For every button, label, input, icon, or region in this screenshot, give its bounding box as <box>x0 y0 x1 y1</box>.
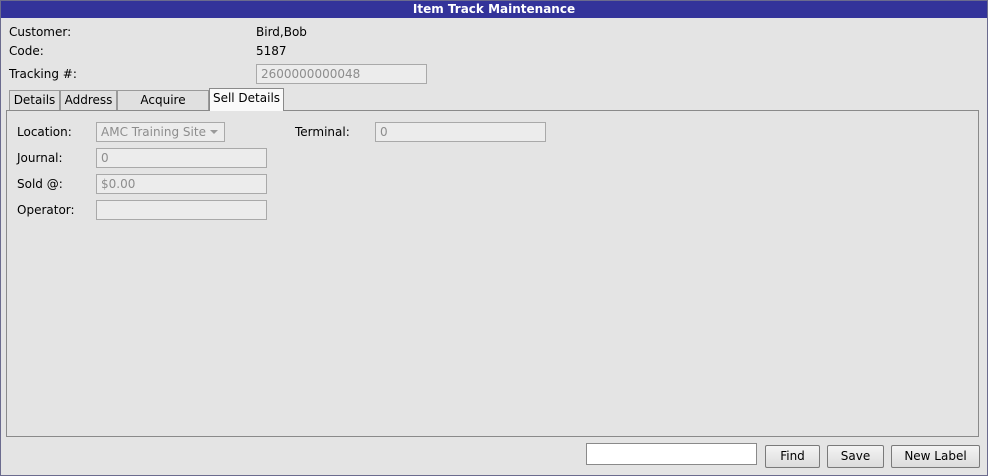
location-dropdown[interactable]: AMC Training Site <box>96 122 225 142</box>
tracking-number-field[interactable]: 2600000000048 <box>256 64 427 84</box>
journal-label: Journal: <box>17 151 63 165</box>
find-button[interactable]: Find <box>765 445 820 468</box>
tab-sell-details[interactable]: Sell Details <box>209 88 284 111</box>
tracking-label: Tracking #: <box>9 67 77 81</box>
code-label: Code: <box>9 44 44 58</box>
save-button[interactable]: Save <box>827 445 884 468</box>
window-title: Item Track Maintenance <box>1 1 987 18</box>
new-label-button[interactable]: New Label <box>891 445 980 468</box>
sold-at-label: Sold @: <box>17 177 63 191</box>
tab-details[interactable]: Details <box>9 90 60 110</box>
customer-value: Bird,Bob <box>256 25 307 39</box>
customer-label: Customer: <box>9 25 72 39</box>
chevron-down-icon <box>210 130 218 134</box>
terminal-field[interactable]: 0 <box>375 122 546 142</box>
location-label: Location: <box>17 125 72 139</box>
tab-acquire-details[interactable]: Acquire Details <box>117 90 209 126</box>
code-value: 5187 <box>256 44 287 58</box>
tab-address[interactable]: Address <box>60 90 117 110</box>
terminal-label: Terminal: <box>295 125 350 139</box>
operator-field[interactable] <box>96 200 267 220</box>
journal-field[interactable]: 0 <box>96 148 267 168</box>
operator-label: Operator: <box>17 203 75 217</box>
search-input[interactable] <box>586 443 757 465</box>
sold-at-field[interactable]: $0.00 <box>96 174 267 194</box>
location-value: AMC Training Site <box>101 125 206 139</box>
